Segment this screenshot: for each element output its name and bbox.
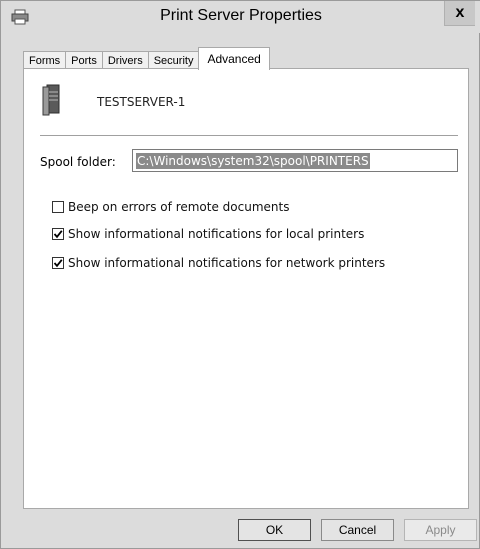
network-notifications-checkbox[interactable] (52, 257, 64, 269)
beep-remote-errors-label: Beep on errors of remote documents (68, 200, 290, 214)
network-notifications-label: Show informational notifications for net… (68, 256, 386, 270)
ok-button[interactable]: OK (238, 519, 311, 541)
beep-remote-errors-checkbox[interactable] (52, 201, 64, 213)
beep-remote-errors-option[interactable]: Beep on errors of remote documents (52, 200, 289, 214)
spool-folder-value: C:\Windows\system32\spool\PRINTERS (136, 152, 370, 169)
local-notifications-option[interactable]: Show informational notifications for loc… (52, 227, 364, 241)
tab-forms[interactable]: Forms (23, 51, 67, 69)
tab-ports[interactable]: Ports (65, 51, 103, 69)
tab-security[interactable]: Security (147, 51, 200, 69)
close-button[interactable]: x (444, 1, 475, 26)
server-name: TESTSERVER-1 (97, 95, 186, 109)
cancel-button[interactable]: Cancel (321, 519, 394, 541)
apply-button[interactable]: Apply (404, 519, 477, 541)
tab-advanced[interactable]: Advanced (198, 47, 270, 70)
server-icon (42, 84, 60, 116)
local-notifications-checkbox[interactable] (52, 228, 64, 240)
tab-drivers[interactable]: Drivers (101, 51, 149, 69)
local-notifications-label: Show informational notifications for loc… (68, 227, 365, 241)
title-bar[interactable]: Print Server Properties x (1, 1, 480, 33)
print-server-properties-dialog: Print Server Properties x Forms Ports Dr… (0, 0, 480, 549)
checkmark-icon (53, 230, 63, 239)
advanced-tab-panel: TESTSERVER-1 Spool folder: C:\Windows\sy… (23, 68, 469, 509)
tab-strip: Forms Ports Drivers Security Advanced (23, 47, 270, 70)
checkmark-icon (53, 259, 63, 268)
network-notifications-option[interactable]: Show informational notifications for net… (52, 256, 385, 270)
spool-folder-input[interactable]: C:\Windows\system32\spool\PRINTERS (132, 149, 458, 172)
spool-folder-label: Spool folder: (40, 155, 116, 169)
close-icon: x (455, 4, 465, 21)
separator (40, 135, 458, 136)
window-title: Print Server Properties (160, 7, 322, 24)
